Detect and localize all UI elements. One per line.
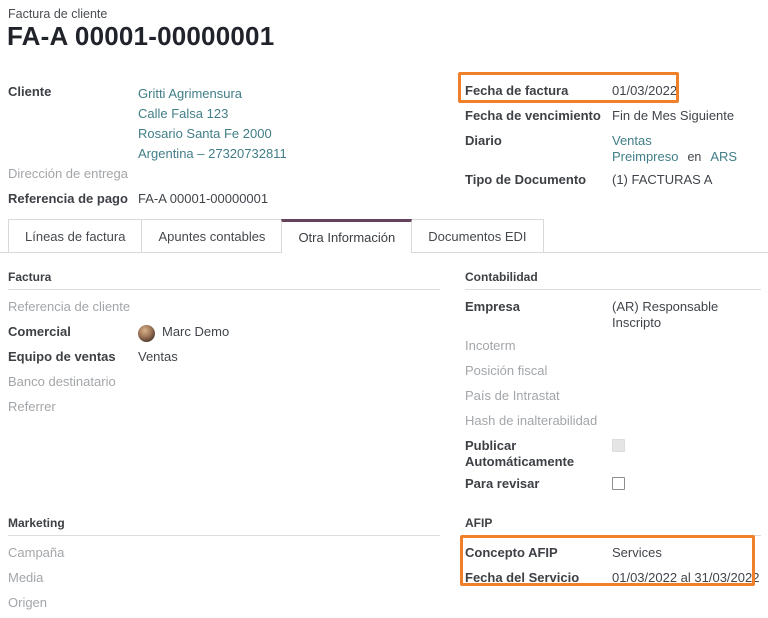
banco-destinatario-label: Banco destinatario xyxy=(8,372,138,390)
breadcrumb[interactable]: Factura de cliente xyxy=(8,7,107,21)
field-publicar-automaticamente: Publicar Automáticamente xyxy=(465,436,761,470)
diario-currency[interactable]: ARS xyxy=(710,149,737,164)
tab-otra-informacion[interactable]: Otra Información xyxy=(281,219,412,253)
tab-apuntes-contables[interactable]: Apuntes contables xyxy=(141,219,282,252)
empresa-value[interactable]: (AR) Responsable Inscripto xyxy=(612,297,761,331)
fecha-factura-value: 01/03/2022 xyxy=(612,81,677,99)
cliente-label: Cliente xyxy=(8,82,138,100)
field-media[interactable]: Media xyxy=(8,568,440,588)
tipo-documento-label: Tipo de Documento xyxy=(465,170,612,188)
field-comercial: Comercial Marc Demo xyxy=(8,322,440,342)
para-revisar-label: Para revisar xyxy=(465,474,612,492)
section-factura-title: Factura xyxy=(8,270,440,290)
origen-label: Origen xyxy=(8,593,138,611)
referencia-pago-value: FA-A 00001-00000001 xyxy=(138,189,268,207)
empresa-label: Empresa xyxy=(465,297,612,315)
field-fecha-factura: Fecha de factura 01/03/2022 xyxy=(465,81,765,101)
section-factura: Factura Referencia de cliente Comercial … xyxy=(8,270,440,499)
incoterm-label: Incoterm xyxy=(465,336,612,354)
cliente-address-block: Gritti Agrimensura Calle Falsa 123 Rosar… xyxy=(138,82,287,164)
cliente-city: Rosario Santa Fe 2000 xyxy=(138,124,287,144)
referencia-cliente-label: Referencia de cliente xyxy=(8,297,138,315)
page-title: FA-A 00001-00000001 xyxy=(7,21,274,52)
field-concepto-afip: Concepto AFIP Services xyxy=(465,543,761,563)
user-avatar xyxy=(138,325,155,342)
cliente-country-vat: Argentina – 27320732811 xyxy=(138,144,287,164)
tab-content-otra-informacion: Factura Referencia de cliente Comercial … xyxy=(0,253,768,585)
comercial-label: Comercial xyxy=(8,322,138,340)
diario-value[interactable]: Ventas Preimpreso xyxy=(612,133,678,164)
pais-intrastat-label: País de Intrastat xyxy=(465,386,612,404)
comercial-value[interactable]: Marc Demo xyxy=(162,324,229,340)
equipo-ventas-value[interactable]: Ventas xyxy=(138,347,178,365)
referencia-pago-label: Referencia de pago xyxy=(8,189,138,207)
field-fecha-servicio: Fecha del Servicio 01/03/2022 al 31/03/2… xyxy=(465,568,761,588)
diario-label: Diario xyxy=(465,131,612,149)
cliente-name-link[interactable]: Gritti Agrimensura xyxy=(138,84,287,104)
section-contabilidad-title: Contabilidad xyxy=(465,270,761,290)
hash-inalterabilidad-label: Hash de inalterabilidad xyxy=(465,411,612,429)
fecha-servicio-label: Fecha del Servicio xyxy=(465,568,612,586)
tipo-documento-value: (1) FACTURAS A xyxy=(612,170,712,188)
equipo-ventas-label: Equipo de ventas xyxy=(8,347,138,365)
field-equipo-ventas: Equipo de ventas Ventas xyxy=(8,347,440,367)
field-hash-inalterabilidad: Hash de inalterabilidad xyxy=(465,411,761,431)
fecha-vencimiento-label: Fecha de vencimiento xyxy=(465,106,612,124)
direccion-entrega-label: Dirección de entrega xyxy=(8,164,138,182)
tab-documentos-edi[interactable]: Documentos EDI xyxy=(411,219,543,252)
posicion-fiscal-label: Posición fiscal xyxy=(465,361,612,379)
invoice-header-right: Fecha de factura 01/03/2022 Fecha de ven… xyxy=(465,81,765,195)
field-referrer[interactable]: Referrer xyxy=(8,397,440,417)
field-banco-destinatario[interactable]: Banco destinatario xyxy=(8,372,440,392)
para-revisar-checkbox[interactable] xyxy=(612,477,625,490)
section-afip-title: AFIP xyxy=(465,516,761,536)
field-campana[interactable]: Campaña xyxy=(8,543,440,563)
tab-lineas-de-factura[interactable]: Líneas de factura xyxy=(8,219,142,252)
field-pais-intrastat[interactable]: País de Intrastat xyxy=(465,386,761,406)
field-posicion-fiscal[interactable]: Posición fiscal xyxy=(465,361,761,381)
invoice-header-left: Cliente Gritti Agrimensura Calle Falsa 1… xyxy=(8,82,448,214)
field-cliente: Cliente Gritti Agrimensura Calle Falsa 1… xyxy=(8,82,448,164)
section-contabilidad: Contabilidad Empresa (AR) Responsable In… xyxy=(465,270,761,499)
fecha-factura-label: Fecha de factura xyxy=(465,81,612,99)
field-empresa: Empresa (AR) Responsable Inscripto xyxy=(465,297,761,331)
diario-connector: en xyxy=(687,150,701,164)
field-diario: Diario Ventas Preimpreso en ARS xyxy=(465,131,765,165)
publicar-automaticamente-checkbox xyxy=(612,439,625,452)
tabs-container: Líneas de factura Apuntes contables Otra… xyxy=(8,219,544,253)
section-marketing-title: Marketing xyxy=(8,516,440,536)
media-label: Media xyxy=(8,568,138,586)
field-tipo-documento: Tipo de Documento (1) FACTURAS A xyxy=(465,170,765,190)
fecha-vencimiento-value[interactable]: Fin de Mes Siguiente xyxy=(612,106,734,124)
field-direccion-entrega[interactable]: Dirección de entrega xyxy=(8,164,448,184)
field-incoterm[interactable]: Incoterm xyxy=(465,336,761,356)
publicar-automaticamente-label: Publicar Automáticamente xyxy=(465,436,612,470)
field-fecha-vencimiento: Fecha de vencimiento Fin de Mes Siguient… xyxy=(465,106,765,126)
field-referencia-cliente[interactable]: Referencia de cliente xyxy=(8,297,440,317)
concepto-afip-value: Services xyxy=(612,543,662,561)
diario-value-group: Ventas Preimpreso en ARS xyxy=(612,131,765,165)
cliente-street: Calle Falsa 123 xyxy=(138,104,287,124)
concepto-afip-label: Concepto AFIP xyxy=(465,543,612,561)
referrer-label: Referrer xyxy=(8,397,138,415)
campana-label: Campaña xyxy=(8,543,138,561)
fecha-servicio-value: 01/03/2022 al 31/03/2022 xyxy=(612,568,759,586)
notebook-tabbar: Líneas de factura Apuntes contables Otra… xyxy=(0,219,768,253)
section-afip: AFIP Concepto AFIP Services Fecha del Se… xyxy=(465,516,761,618)
field-referencia-pago: Referencia de pago FA-A 00001-00000001 xyxy=(8,189,448,209)
section-marketing: Marketing Campaña Media Origen xyxy=(8,516,440,618)
field-origen[interactable]: Origen xyxy=(8,593,440,613)
field-para-revisar: Para revisar xyxy=(465,474,761,494)
